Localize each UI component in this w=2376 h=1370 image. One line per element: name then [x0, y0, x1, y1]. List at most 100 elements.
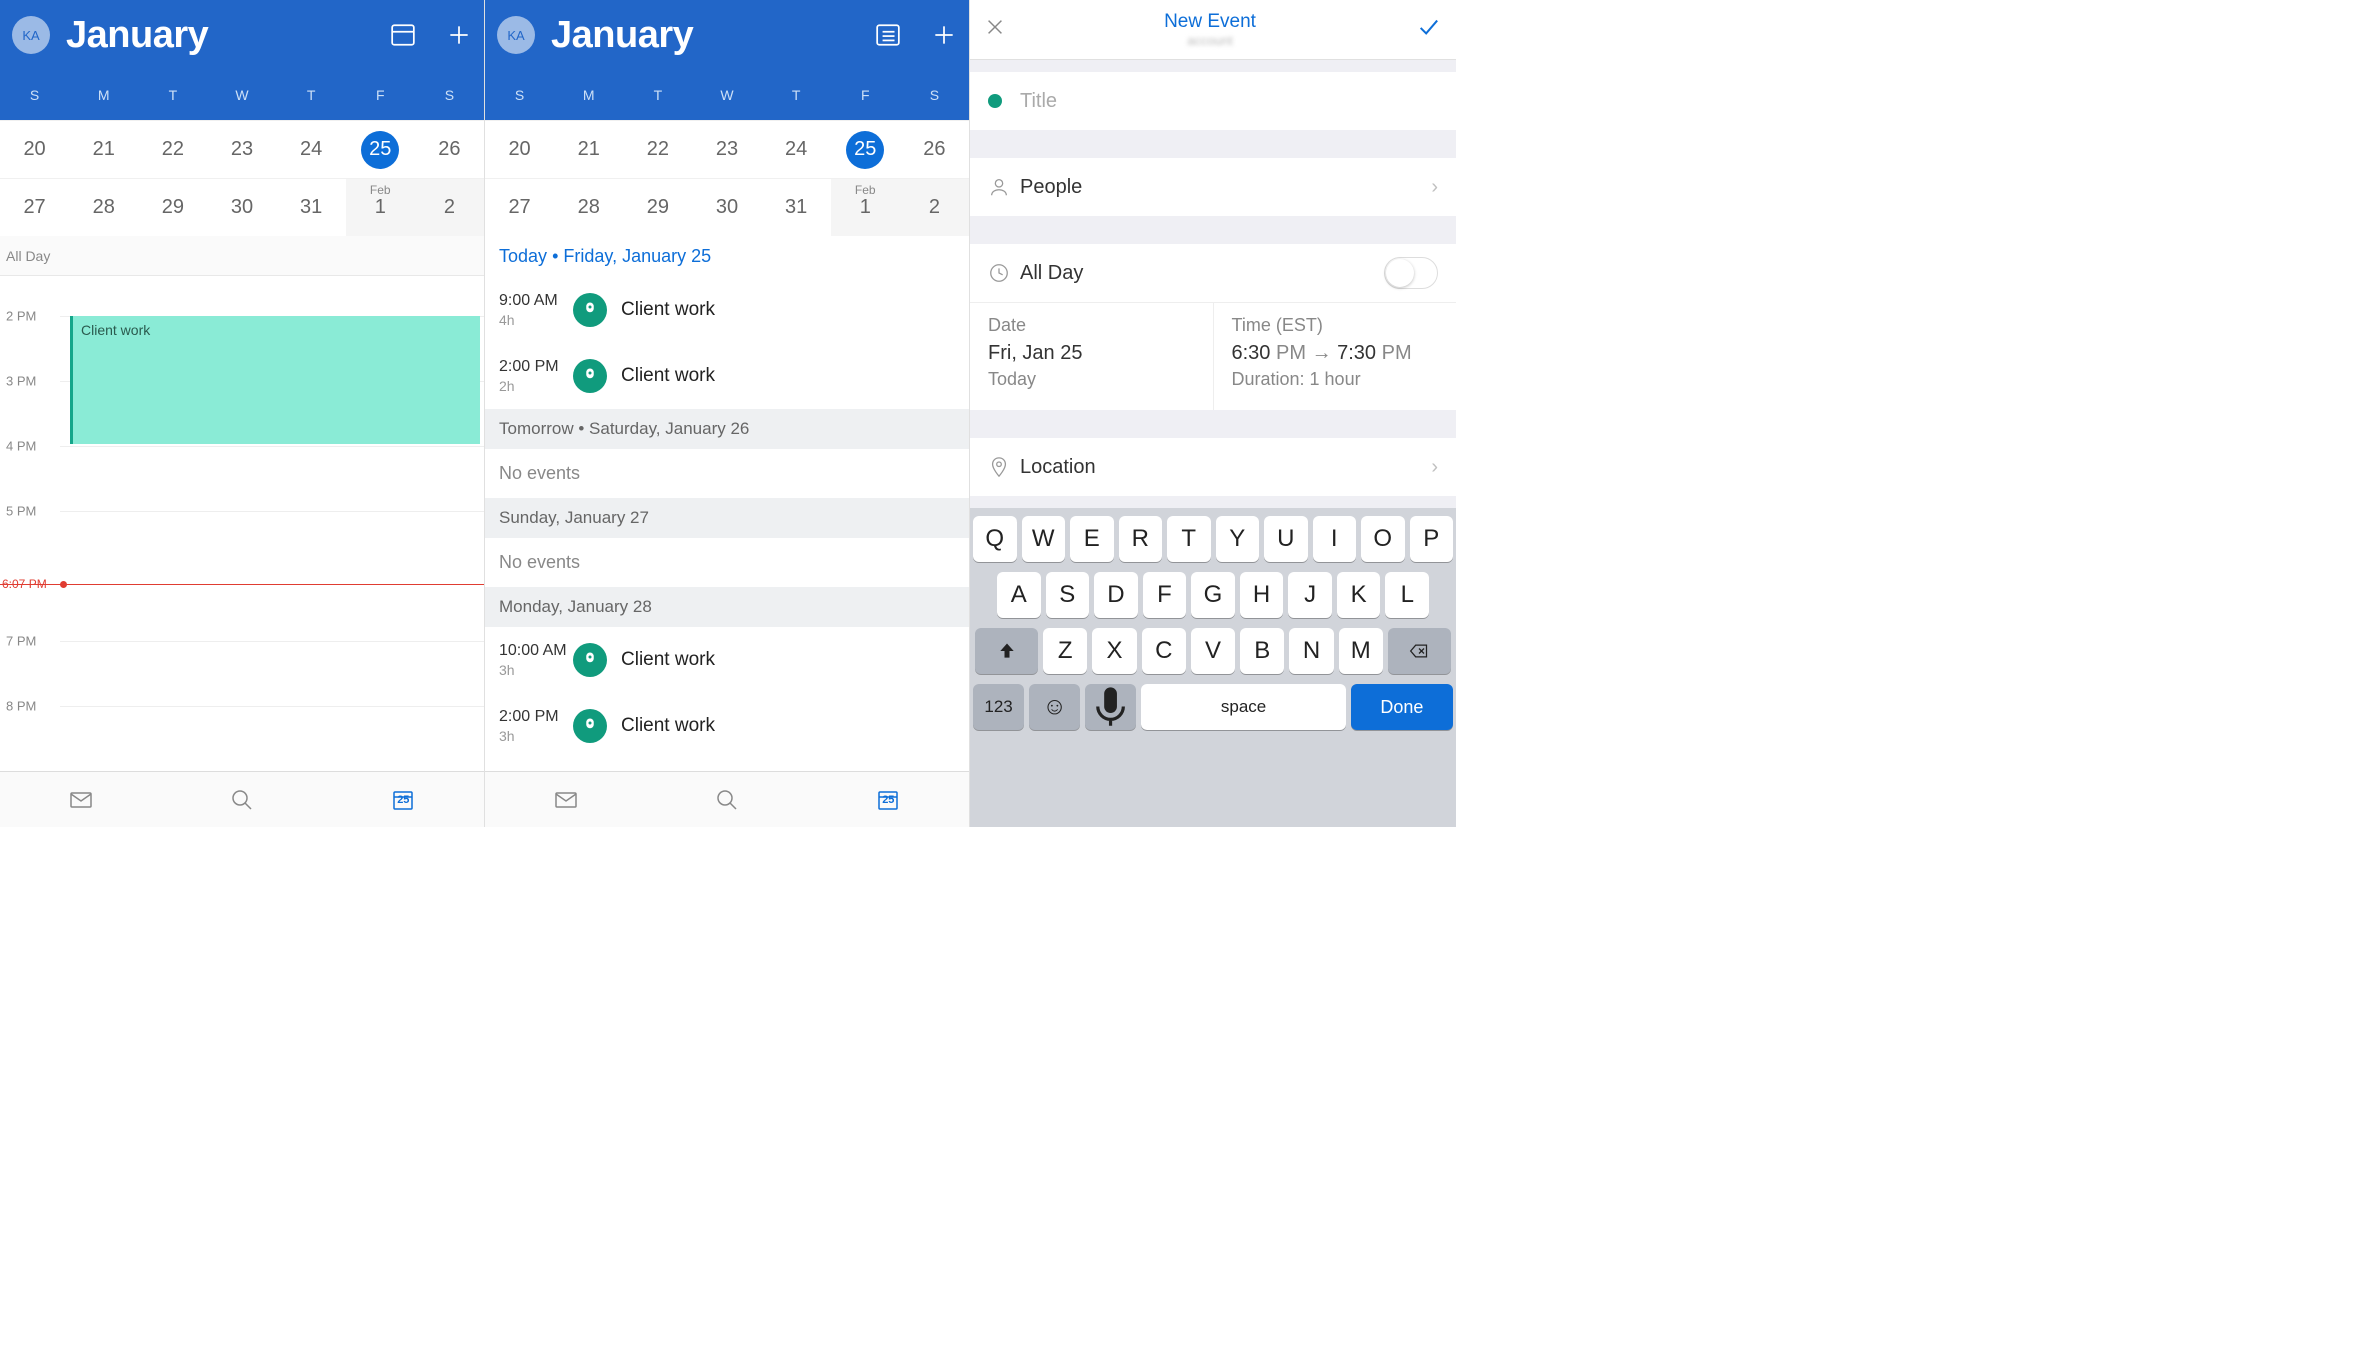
- date-cell[interactable]: Feb1: [831, 179, 900, 236]
- date-cell[interactable]: 27: [0, 179, 69, 236]
- agenda-event[interactable]: 9:00 AM4hClient work: [485, 277, 969, 343]
- letter-key[interactable]: Z: [1043, 628, 1087, 674]
- date-cell[interactable]: 30: [692, 179, 761, 236]
- date-cell[interactable]: 23: [207, 121, 276, 178]
- date-cell[interactable]: 28: [69, 179, 138, 236]
- letter-key[interactable]: L: [1385, 572, 1429, 618]
- event-category-icon: [573, 643, 607, 677]
- date-cell[interactable]: 20: [0, 121, 69, 178]
- letter-key[interactable]: M: [1339, 628, 1383, 674]
- letter-key[interactable]: R: [1119, 516, 1163, 562]
- letter-key[interactable]: C: [1142, 628, 1186, 674]
- letter-key[interactable]: K: [1337, 572, 1381, 618]
- agenda-list[interactable]: Today • Friday, January 25 9:00 AM4hClie…: [485, 236, 969, 771]
- time-picker[interactable]: Time (EST) 6:30 PM → 7:30 PM Duration: 1…: [1214, 303, 1457, 410]
- day-timeline[interactable]: 2 PM 3 PM 4 PM 5 PM 6:07 PM 7 PM 8 PM Cl…: [0, 276, 484, 771]
- agenda-event[interactable]: 2:00 PM2hClient work: [485, 343, 969, 409]
- date-cell[interactable]: 2: [415, 179, 484, 236]
- done-key[interactable]: Done: [1351, 684, 1453, 730]
- datetime-row[interactable]: Date Fri, Jan 25 Today Time (EST) 6:30 P…: [970, 302, 1456, 410]
- agenda-view-icon[interactable]: [875, 22, 901, 48]
- weekday-label: S: [415, 70, 484, 120]
- space-key[interactable]: space: [1141, 684, 1345, 730]
- date-cell[interactable]: 21: [554, 121, 623, 178]
- letter-key[interactable]: X: [1092, 628, 1136, 674]
- date-cell[interactable]: 2: [900, 179, 969, 236]
- letter-key[interactable]: W: [1022, 516, 1066, 562]
- backspace-key[interactable]: [1388, 628, 1451, 674]
- letter-key[interactable]: S: [1046, 572, 1090, 618]
- allday-row[interactable]: All Day: [970, 244, 1456, 302]
- date-cell[interactable]: 28: [554, 179, 623, 236]
- emoji-key[interactable]: ☺: [1029, 684, 1080, 730]
- letter-key[interactable]: V: [1191, 628, 1235, 674]
- letter-key[interactable]: Y: [1216, 516, 1260, 562]
- letter-key[interactable]: J: [1288, 572, 1332, 618]
- date-cell[interactable]: 30: [207, 179, 276, 236]
- numeric-key[interactable]: 123: [973, 684, 1024, 730]
- hour-label: 5 PM: [6, 504, 36, 519]
- date-picker[interactable]: Date Fri, Jan 25 Today: [970, 303, 1214, 410]
- avatar[interactable]: KA: [12, 16, 50, 54]
- date-cell[interactable]: 24: [277, 121, 346, 178]
- title-row[interactable]: [970, 72, 1456, 130]
- location-row[interactable]: Location ›: [970, 438, 1456, 496]
- letter-key[interactable]: Q: [973, 516, 1017, 562]
- date-cell[interactable]: Feb1: [346, 179, 415, 236]
- date-cell[interactable]: 25: [831, 121, 900, 178]
- date-cell[interactable]: 21: [69, 121, 138, 178]
- letter-key[interactable]: N: [1289, 628, 1333, 674]
- letter-key[interactable]: B: [1240, 628, 1284, 674]
- shift-key[interactable]: [975, 628, 1038, 674]
- date-cell[interactable]: 31: [277, 179, 346, 236]
- title-input[interactable]: [1020, 90, 1438, 113]
- avatar[interactable]: KA: [497, 16, 535, 54]
- date-cell[interactable]: 29: [623, 179, 692, 236]
- letter-key[interactable]: G: [1191, 572, 1235, 618]
- date-cell[interactable]: 22: [138, 121, 207, 178]
- event-block[interactable]: Client work: [70, 316, 480, 444]
- letter-key[interactable]: F: [1143, 572, 1187, 618]
- date-cell[interactable]: 26: [900, 121, 969, 178]
- date-cell[interactable]: 20: [485, 121, 554, 178]
- search-tab-icon[interactable]: [713, 788, 741, 812]
- agenda-event[interactable]: 10:00 AM3hClient work: [485, 627, 969, 693]
- letter-key[interactable]: E: [1070, 516, 1114, 562]
- event-category-icon: [573, 293, 607, 327]
- month-title[interactable]: January: [66, 14, 390, 57]
- weekday-label: W: [207, 70, 276, 120]
- letter-key[interactable]: P: [1410, 516, 1454, 562]
- date-cell[interactable]: 29: [138, 179, 207, 236]
- calendar-tab-icon[interactable]: 25: [389, 788, 417, 812]
- allday-toggle[interactable]: [1384, 257, 1438, 289]
- mail-tab-icon[interactable]: [67, 788, 95, 812]
- mail-tab-icon[interactable]: [552, 788, 580, 812]
- date-cell[interactable]: 22: [623, 121, 692, 178]
- date-cell[interactable]: 27: [485, 179, 554, 236]
- date-cell[interactable]: 23: [692, 121, 761, 178]
- letter-key[interactable]: A: [997, 572, 1041, 618]
- agenda-event[interactable]: 2:00 PM3hClient work: [485, 693, 969, 759]
- date-cell[interactable]: 24: [762, 121, 831, 178]
- mic-key[interactable]: [1085, 684, 1136, 730]
- search-tab-icon[interactable]: [228, 788, 256, 812]
- letter-key[interactable]: U: [1264, 516, 1308, 562]
- date-cell[interactable]: 31: [762, 179, 831, 236]
- date-cell[interactable]: 25: [346, 121, 415, 178]
- letter-key[interactable]: T: [1167, 516, 1211, 562]
- date-cell[interactable]: 26: [415, 121, 484, 178]
- letter-key[interactable]: O: [1361, 516, 1405, 562]
- letter-key[interactable]: D: [1094, 572, 1138, 618]
- day-view-icon[interactable]: [390, 22, 416, 48]
- calendar-tab-icon[interactable]: 25: [874, 788, 902, 812]
- add-event-icon[interactable]: [931, 22, 957, 48]
- add-event-icon[interactable]: [446, 22, 472, 48]
- close-icon[interactable]: [984, 16, 1006, 43]
- letter-key[interactable]: H: [1240, 572, 1284, 618]
- account-subtitle: account: [1164, 33, 1256, 48]
- weekday-label: M: [69, 70, 138, 120]
- confirm-icon[interactable]: [1414, 16, 1442, 43]
- month-title[interactable]: January: [551, 14, 875, 57]
- letter-key[interactable]: I: [1313, 516, 1357, 562]
- people-row[interactable]: People ›: [970, 158, 1456, 216]
